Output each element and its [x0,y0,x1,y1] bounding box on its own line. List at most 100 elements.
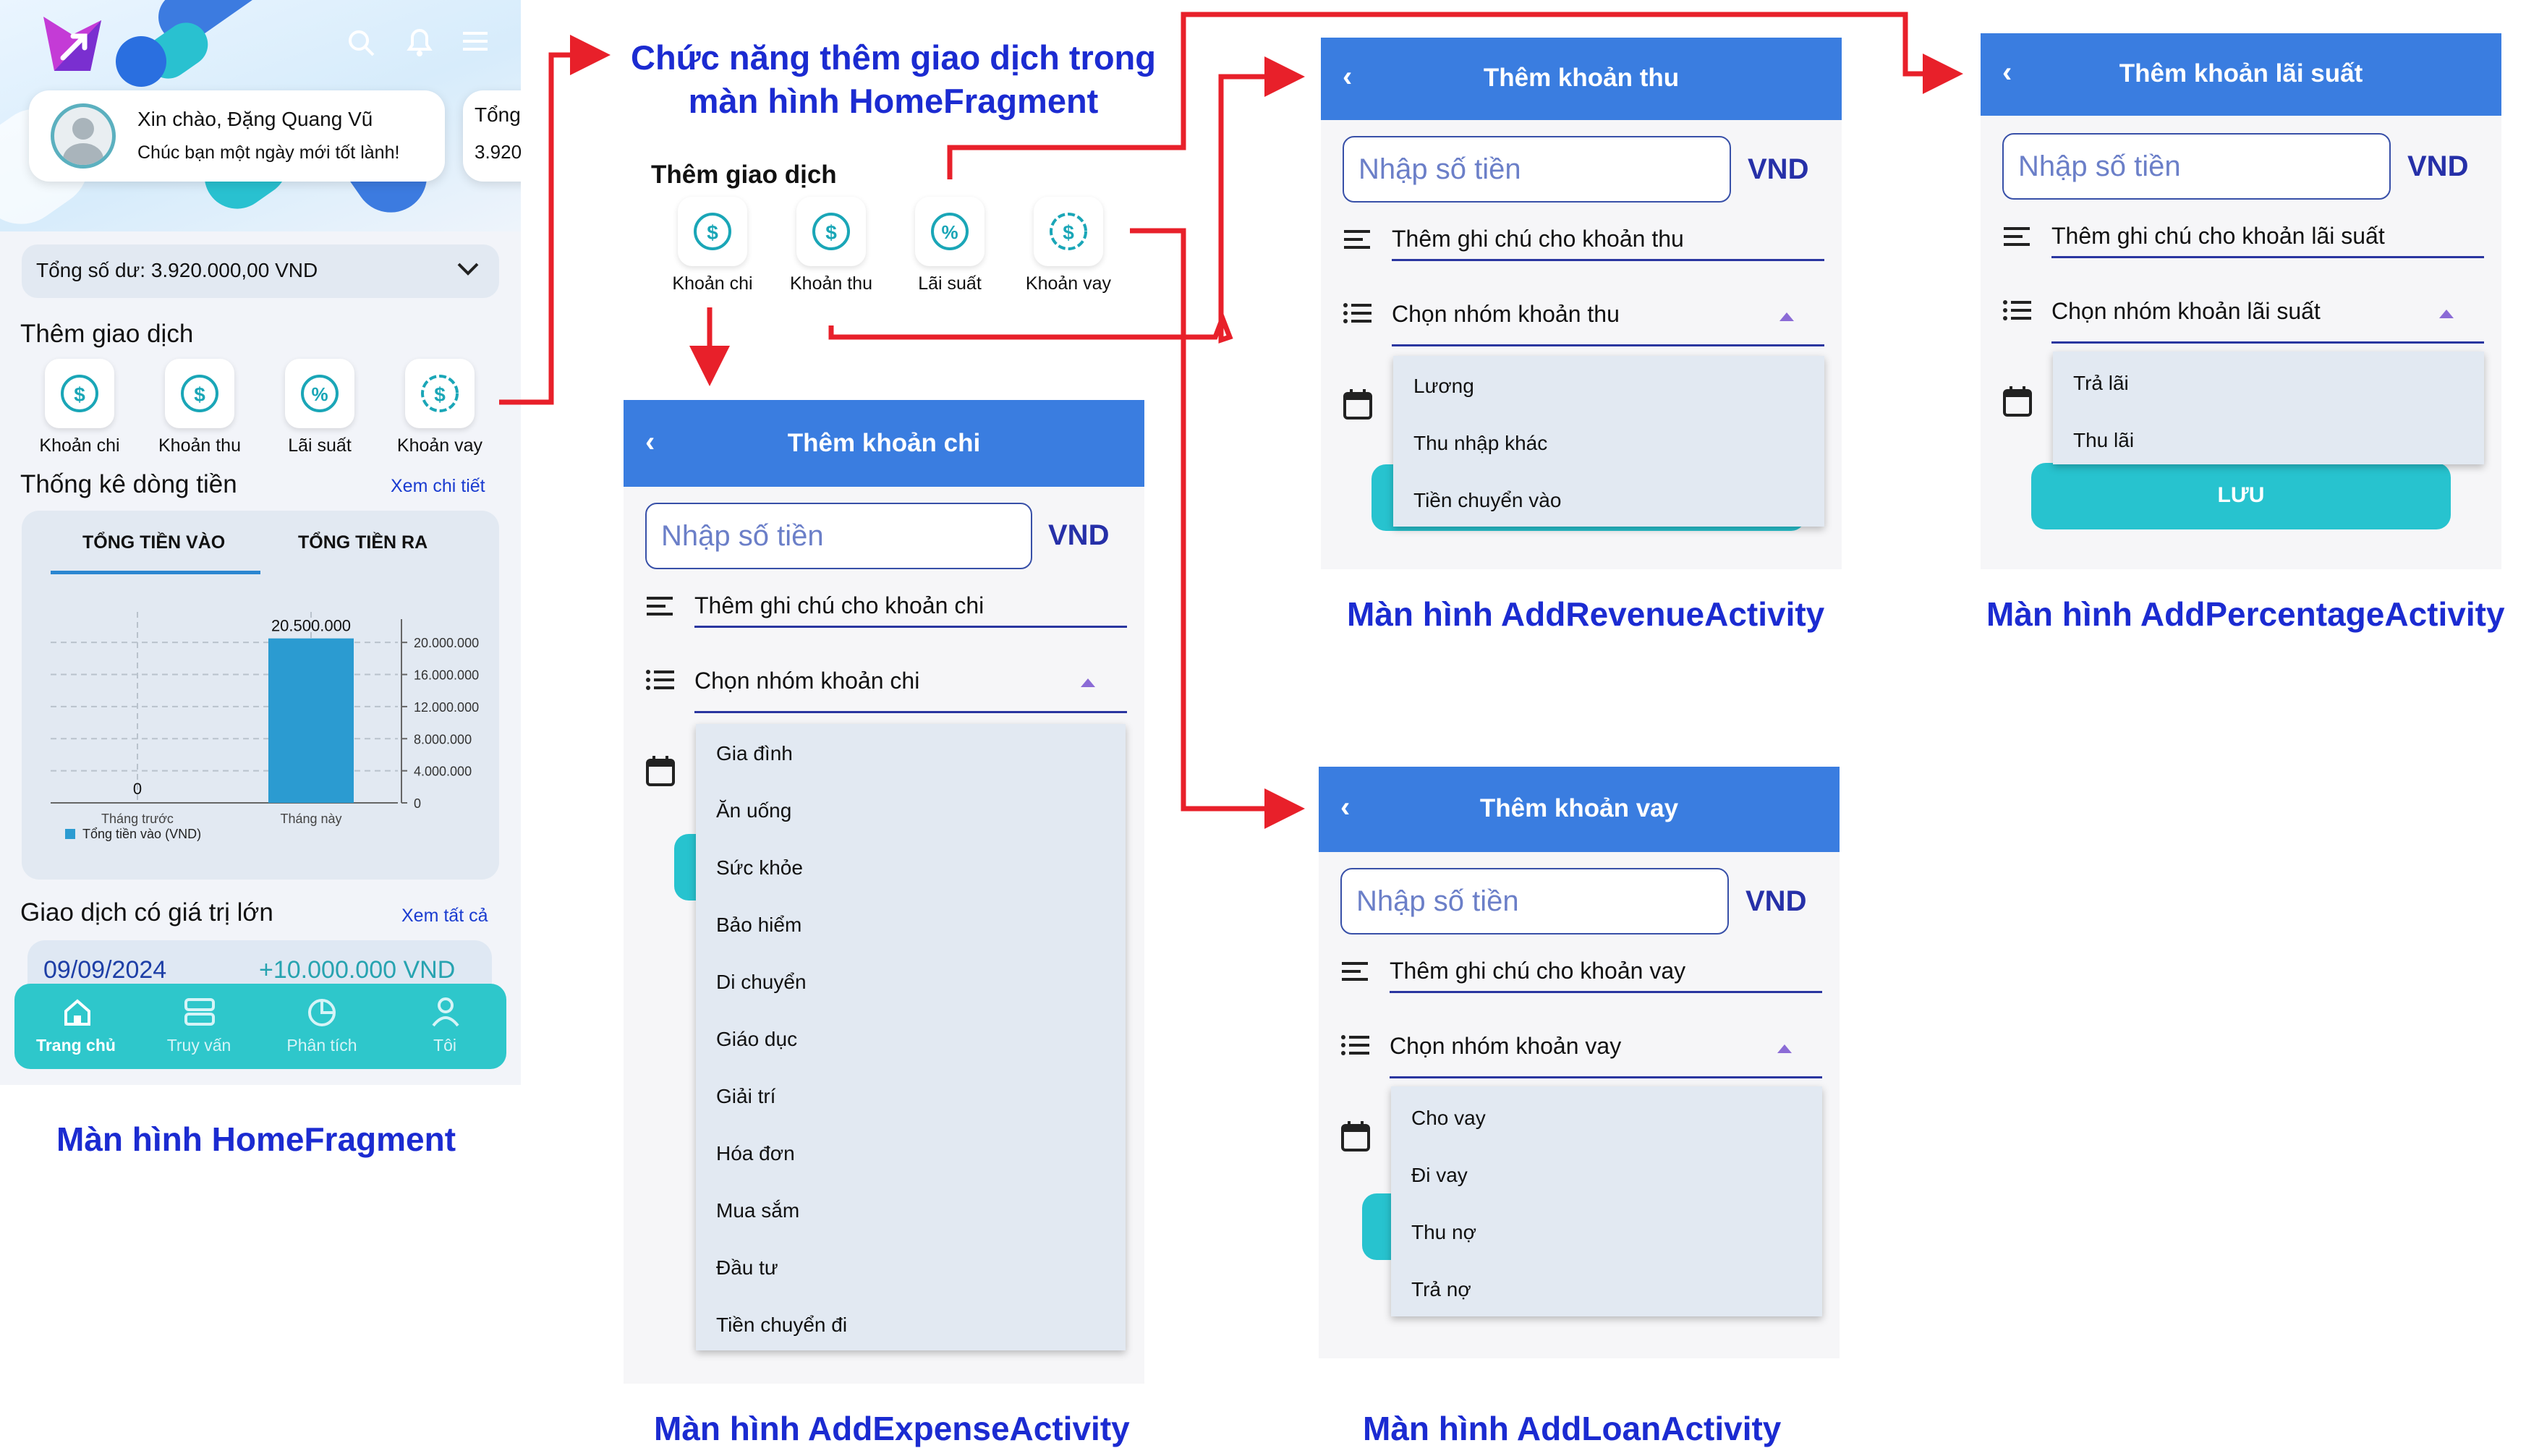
flow-action-label: Khoản chi [672,273,753,294]
list-icon [646,670,674,690]
dropdown-option[interactable]: Đầu tư [716,1256,778,1280]
dropdown-option[interactable]: Thu nợ [1411,1221,1476,1244]
balance-text: Tổng số dư: 3.920.000,00 VND [36,259,318,281]
group-select[interactable]: Chọn nhóm khoản lãi suất [2051,298,2321,325]
dropdown-option[interactable]: Trả nợ [1411,1278,1471,1301]
legend-swatch [65,829,75,839]
percentage-appbar: ‹ Thêm khoản lãi suất [1981,33,2501,116]
cashflow-title: Thống kê dòng tiền [20,470,237,498]
nav-home-label: Trang chủ [36,1036,116,1055]
percentage-title: Thêm khoản lãi suất [2119,59,2363,88]
amount-input[interactable]: Nhập số tiền [2002,133,2391,200]
group-select[interactable]: Chọn nhóm khoản chi [694,668,919,694]
note-input[interactable]: Thêm ghi chú cho khoản vay [1390,958,1685,984]
save-button[interactable]: LƯU [2031,463,2451,529]
dropdown-option[interactable]: Tiền chuyển đi [716,1314,847,1337]
group-select[interactable]: Chọn nhóm khoản vay [1390,1033,1621,1060]
calendar-icon[interactable] [2002,385,2034,418]
calendar-icon[interactable] [1340,1120,1372,1153]
list-icon [1341,1035,1369,1055]
dropdown-option[interactable]: Di chuyển [716,971,807,994]
revenue-appbar: ‹ Thêm khoản thu [1321,38,1842,120]
flow-percentage-button[interactable] [915,197,985,266]
note-input[interactable]: Thêm ghi chú cho khoản lãi suất [2051,223,2385,250]
peek-value: 3.920 [475,141,521,163]
tab-indicator [51,571,260,574]
revenue-title: Thêm khoản thu [1483,64,1680,92]
dropdown-option[interactable]: Hóa đơn [716,1142,795,1165]
expense-button[interactable] [45,359,114,428]
group-underline [1390,1076,1822,1078]
add-revenue-screen: ‹ Thêm khoản thu Nhập số tiền VND Thêm g… [1321,38,1842,569]
big-transactions-title: Giao dịch có giá trị lớn [20,898,273,927]
dropdown-option[interactable]: Bảo hiểm [716,914,801,937]
caret-up-icon [2439,310,2454,318]
percentage-dropdown: Trả lãi Thu lãi [2053,352,2484,464]
calendar-icon[interactable] [1343,388,1374,421]
loan-icon [421,375,459,412]
dropdown-option[interactable]: Thu nhập khác [1413,432,1547,455]
chevron-down-icon [457,263,479,276]
nav-home[interactable]: Trang chủ [14,984,137,1069]
amount-placeholder: Nhập số tiền [661,520,824,552]
expense-appbar: ‹ Thêm khoản chi [624,400,1144,487]
data-label: 0 [133,780,142,798]
dropdown-option[interactable]: Trả lãi [2073,372,2129,395]
caption-revenue: Màn hình AddRevenueActivity [1347,595,1825,633]
legend-label: Tổng tiền vào (VND) [82,827,201,841]
amount-input[interactable]: Nhập số tiền [1340,868,1729,935]
avatar[interactable] [51,103,116,169]
dropdown-option[interactable]: Tiền chuyển vào [1413,489,1561,512]
note-underline [2051,256,2484,258]
user-icon [432,997,459,1027]
caret-up-icon [1779,312,1794,321]
flow-expense-button[interactable] [678,197,747,266]
dropdown-option[interactable]: Cho vay [1411,1107,1486,1130]
caret-up-icon [1777,1044,1792,1053]
tab-total-in[interactable]: TỔNG TIỀN VÀO [82,532,225,553]
search-icon[interactable] [346,27,378,59]
greeting-text: Xin chào, Đặng Quang Vũ [137,108,373,130]
currency-label: VND [1048,519,1110,551]
dropdown-option[interactable]: Đi vay [1411,1164,1468,1187]
see-all-link[interactable]: Xem tất cả [401,906,488,927]
list-icon [2003,300,2031,320]
dropdown-option[interactable]: Lương [1413,375,1474,398]
flow-revenue-button[interactable] [796,197,866,266]
note-underline [1390,991,1822,993]
balance-dropdown[interactable]: Tổng số dư: 3.920.000,00 VND [22,244,499,298]
currency-label: VND [2407,150,2469,182]
dropdown-option[interactable]: Giáo dục [716,1028,797,1051]
dropdown-option[interactable]: Thu lãi [2073,429,2134,452]
cashflow-detail-link[interactable]: Xem chi tiết [391,476,485,497]
y-tick-label: 4.000.000 [414,765,472,779]
nav-analysis[interactable]: Phân tích [260,984,383,1069]
amount-input[interactable]: Nhập số tiền [645,503,1032,569]
calendar-icon[interactable] [645,754,677,788]
loan-button[interactable] [405,359,475,428]
menu-icon[interactable] [462,29,490,55]
bell-icon[interactable] [404,26,435,59]
nav-me[interactable]: Tôi [383,984,506,1069]
nav-query[interactable]: Truy vấn [137,984,260,1069]
dropdown-option[interactable]: Ăn uống [716,799,791,822]
amount-input[interactable]: Nhập số tiền [1343,136,1731,203]
flow-action-label: Khoản vay [1025,273,1112,294]
dropdown-option[interactable]: Gia đình [716,742,793,765]
tab-total-out[interactable]: TỔNG TIỀN RA [298,532,428,553]
group-select[interactable]: Chọn nhóm khoản thu [1392,301,1620,328]
dropdown-option[interactable]: Giải trí [716,1085,775,1108]
flow-loan-button[interactable] [1034,197,1103,266]
note-input[interactable]: Thêm ghi chú cho khoản chi [694,592,984,619]
greeting-card: Xin chào, Đặng Quang Vũ Chúc bạn một ngà… [29,90,445,182]
flow-action-label: Lãi suất [918,273,982,294]
dropdown-option[interactable]: Mua sắm [716,1199,799,1222]
percentage-button[interactable] [285,359,354,428]
revenue-button[interactable] [165,359,234,428]
caption-loan: Màn hình AddLoanActivity [1363,1410,1782,1447]
home-screen: Xin chào, Đặng Quang Vũ Chúc bạn một ngà… [0,0,521,1085]
summary-peek-card[interactable]: Tổng 3.920 [463,90,521,182]
flow-title: Chức năng thêm giao dịch trong màn hình … [568,36,1219,123]
note-input[interactable]: Thêm ghi chú cho khoản thu [1392,226,1684,252]
dropdown-option[interactable]: Sức khỏe [716,856,803,880]
